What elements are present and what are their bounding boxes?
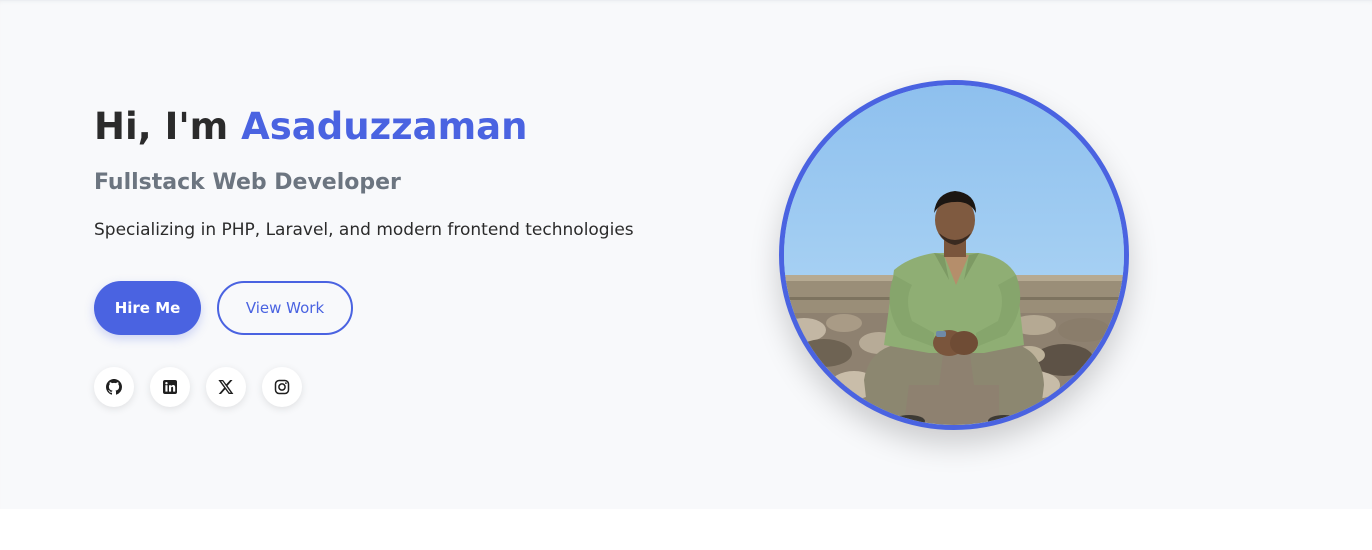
hero-buttons: Hire Me View Work xyxy=(94,281,353,335)
github-link[interactable] xyxy=(94,367,134,407)
linkedin-icon xyxy=(163,380,177,394)
hero-name: Asaduzzaman xyxy=(241,105,528,148)
profile-photo xyxy=(779,80,1129,430)
x-link[interactable] xyxy=(206,367,246,407)
hero-title: Hi, I'm Asaduzzaman xyxy=(94,101,714,153)
instagram-icon xyxy=(274,379,290,395)
hero-role: Fullstack Web Developer xyxy=(94,170,401,195)
hire-me-button[interactable]: Hire Me xyxy=(94,281,201,335)
social-links xyxy=(94,367,302,407)
greeting-text: Hi, I'm xyxy=(94,105,242,148)
hero-description: Specializing in PHP, Laravel, and modern… xyxy=(94,220,634,240)
linkedin-link[interactable] xyxy=(150,367,190,407)
profile-photo-illustration xyxy=(784,85,1124,425)
x-icon xyxy=(218,380,234,394)
view-work-button[interactable]: View Work xyxy=(217,281,353,335)
hero-text: Hi, I'm Asaduzzaman Fullstack Web Develo… xyxy=(94,101,714,242)
github-icon xyxy=(106,379,122,395)
instagram-link[interactable] xyxy=(262,367,302,407)
next-section xyxy=(0,509,1372,550)
hero-section: Hi, I'm Asaduzzaman Fullstack Web Develo… xyxy=(0,0,1372,510)
